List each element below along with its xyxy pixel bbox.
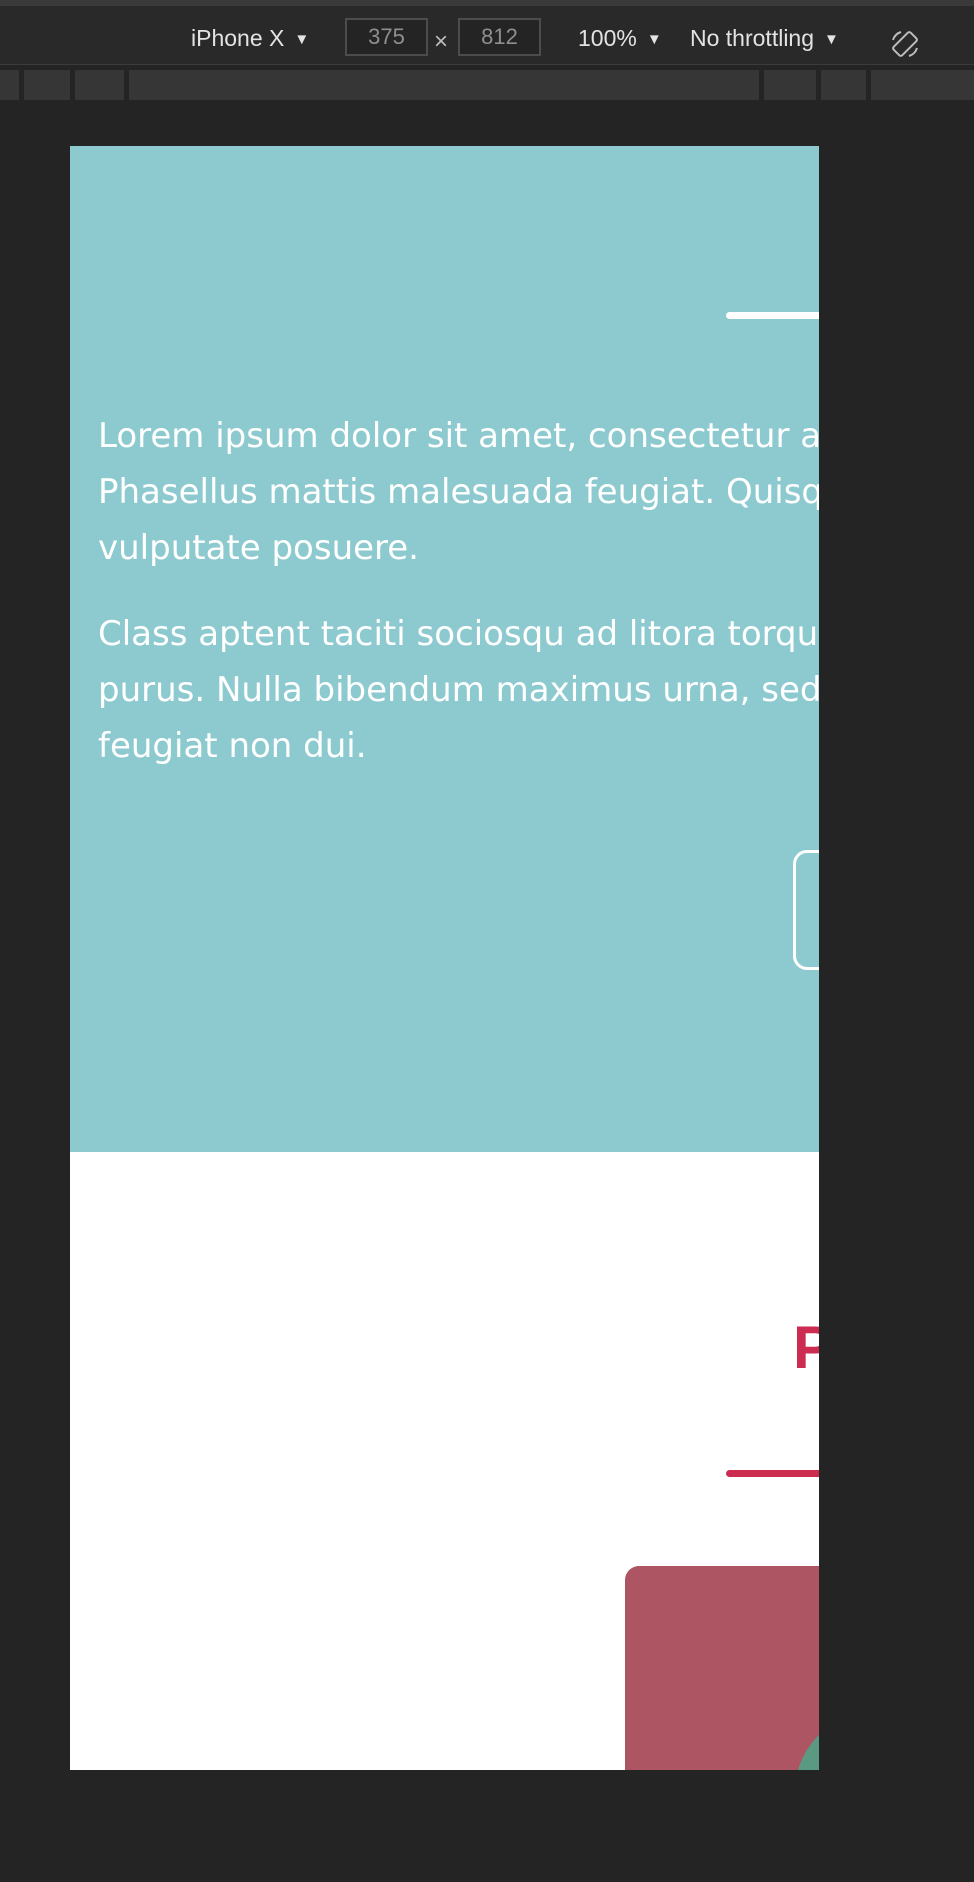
paragraph-line: feugiat non dui. [98, 726, 367, 766]
section-heading: P [793, 1314, 819, 1381]
media-query-bar [0, 70, 974, 100]
paragraph-line: purus. Nulla bibendum maximus urna, sed … [98, 670, 819, 710]
paragraph-line: Lorem ipsum dolor sit amet, consectetur … [98, 416, 819, 456]
media-query-segment[interactable] [75, 70, 124, 100]
feature-card[interactable] [625, 1566, 819, 1770]
chevron-down-icon: ▼ [824, 31, 839, 48]
throttling-label: No throttling [690, 25, 815, 51]
device-label: iPhone X [191, 25, 285, 51]
media-query-segment[interactable] [871, 70, 974, 100]
height-input[interactable]: 812 [458, 18, 541, 56]
hero-divider [726, 312, 819, 319]
zoom-label: 100% [578, 25, 637, 51]
media-query-segment[interactable] [821, 70, 866, 100]
hero-outline-button[interactable] [793, 850, 819, 970]
chevron-down-icon: ▼ [646, 31, 662, 48]
throttling-select[interactable]: No throttling ▼ [690, 24, 839, 56]
media-query-segment[interactable] [24, 70, 70, 100]
device-toolbar: iPhone X ▼ 375 × 812 100% ▼ No throttling ▼ [0, 6, 974, 65]
rotate-icon[interactable] [889, 28, 921, 60]
chevron-down-icon: ▼ [294, 31, 310, 48]
hero-section: Lorem ipsum dolor sit amet, consectetur … [70, 146, 819, 1152]
section-divider [726, 1470, 819, 1477]
zoom-select[interactable]: 100% ▼ [578, 24, 662, 56]
hero-paragraph-1: Lorem ipsum dolor sit amet, consectetur … [98, 408, 819, 576]
media-query-segment[interactable] [764, 70, 816, 100]
device-select[interactable]: iPhone X ▼ [191, 24, 309, 56]
paragraph-line: Class aptent taciti sociosqu ad litora t… [98, 614, 819, 654]
dimension-separator: × [434, 28, 449, 55]
paragraph-line: vulputate posuere. [98, 528, 419, 568]
hero-paragraph-2: Class aptent taciti sociosqu ad litora t… [98, 606, 819, 774]
paragraph-line: Phasellus mattis malesuada feugiat. Quis… [98, 472, 819, 512]
media-query-segment[interactable] [0, 70, 19, 100]
media-query-segment[interactable] [129, 70, 759, 100]
width-input[interactable]: 375 [345, 18, 428, 56]
device-viewport: Lorem ipsum dolor sit amet, consectetur … [70, 146, 819, 1770]
card-illustration [795, 1712, 819, 1770]
